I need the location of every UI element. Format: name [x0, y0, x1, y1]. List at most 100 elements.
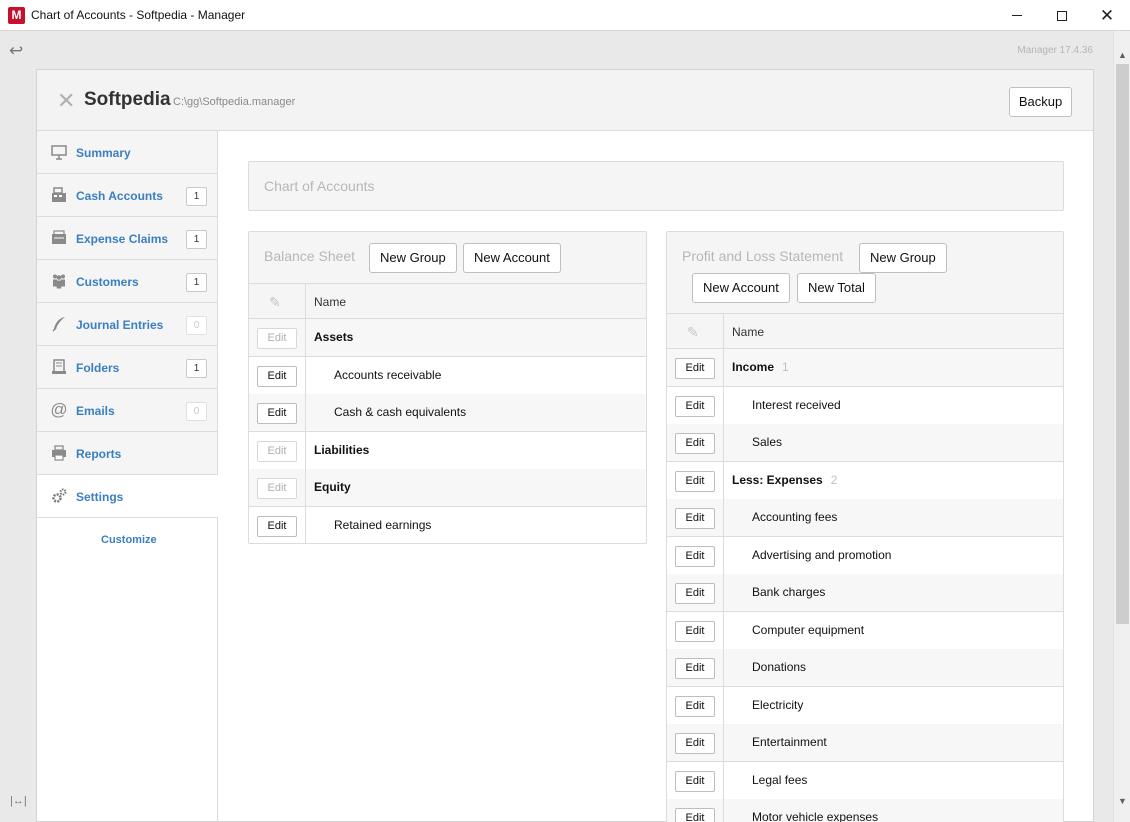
- column-divider: [305, 319, 306, 356]
- edit-button[interactable]: Edit: [675, 433, 715, 454]
- row-label: Computer equipment: [752, 622, 865, 637]
- account-row: Edit Cash & cash equivalents: [249, 394, 646, 432]
- edit-button[interactable]: Edit: [257, 328, 297, 349]
- sidebar-item-label: Customers: [76, 275, 139, 289]
- column-divider: [723, 649, 724, 686]
- back-arrow-icon[interactable]: ↩: [9, 41, 23, 61]
- row-label: Electricity: [752, 697, 804, 712]
- account-row: Edit Entertainment: [667, 724, 1063, 762]
- edit-button[interactable]: Edit: [675, 620, 715, 642]
- sidebar-item-label: Settings: [76, 490, 124, 504]
- column-divider: [723, 799, 724, 822]
- row-label: Interest received: [752, 397, 841, 412]
- sidebar-item-summary[interactable]: Summary: [37, 131, 218, 174]
- name-column-header: Name: [314, 295, 347, 309]
- sidebar-item-journal-entries[interactable]: Journal Entries 0: [37, 303, 218, 346]
- row-label: Legal fees: [752, 772, 808, 787]
- row-label: Assets: [314, 330, 354, 344]
- sidebar-item-emails[interactable]: @ Emails 0: [37, 389, 218, 432]
- close-business-icon[interactable]: ✕: [57, 90, 75, 112]
- sidebar-item-reports[interactable]: Reports: [37, 432, 218, 475]
- balance-sheet-panel: Balance Sheet New Group New Account ✎ Nam…: [248, 231, 647, 544]
- account-row: Edit Electricity: [667, 686, 1063, 725]
- column-divider: [305, 431, 306, 469]
- scroll-thumb[interactable]: [1116, 64, 1129, 624]
- close-window-button[interactable]: ✕: [1084, 0, 1130, 31]
- edit-button[interactable]: Edit: [257, 515, 297, 537]
- scroll-down-arrow-icon[interactable]: ▼: [1114, 796, 1130, 806]
- maximize-icon: [1057, 10, 1067, 21]
- gears-icon: [50, 487, 68, 505]
- sidebar-item-label: Journal Entries: [76, 318, 164, 332]
- minimize-button[interactable]: [994, 0, 1040, 31]
- sidebar-item-label: Folders: [76, 361, 120, 375]
- sidebar-item-expense-claims[interactable]: Expense Claims 1: [37, 217, 218, 260]
- new-account-button[interactable]: New Account: [463, 243, 561, 273]
- group-name: Income 1: [732, 360, 789, 374]
- group-name: Liabilities: [314, 443, 369, 457]
- edit-button[interactable]: Edit: [675, 583, 715, 604]
- row-label: Cash & cash equivalents: [334, 405, 467, 419]
- maximize-button[interactable]: [1039, 0, 1085, 31]
- account-row: Edit Motor vehicle expenses: [667, 799, 1063, 822]
- vertical-scrollbar[interactable]: ▲ ▼: [1113, 31, 1130, 822]
- count-badge: 0: [186, 402, 207, 421]
- edit-button[interactable]: Edit: [257, 440, 297, 462]
- edit-button[interactable]: Edit: [675, 508, 715, 529]
- column-divider: [723, 761, 724, 799]
- edit-button[interactable]: Edit: [675, 733, 715, 754]
- people-icon: [50, 272, 68, 290]
- backup-button[interactable]: Backup: [1009, 87, 1072, 117]
- at-icon: @: [50, 400, 68, 419]
- quill-icon: [50, 315, 68, 333]
- account-row: Edit Legal fees: [667, 761, 1063, 800]
- close-icon: ✕: [1099, 6, 1115, 25]
- column-divider: [723, 611, 724, 649]
- account-name: Advertising and promotion: [752, 548, 891, 562]
- customize-link[interactable]: Customize: [101, 534, 157, 546]
- folder-stack-icon: [50, 358, 68, 376]
- sidebar-item-customers[interactable]: Customers 1: [37, 260, 218, 303]
- edit-column-icon: ✎: [269, 294, 281, 310]
- column-divider: [723, 349, 724, 386]
- edit-button[interactable]: Edit: [675, 470, 715, 492]
- sidebar-item-folders[interactable]: Folders 1: [37, 346, 218, 389]
- new-account-button[interactable]: New Account: [692, 273, 790, 303]
- table-header-row: ✎ Name: [249, 284, 646, 319]
- new-group-button[interactable]: New Group: [859, 243, 947, 273]
- account-name: Interest received: [752, 398, 841, 412]
- sidebar-item-label: Reports: [76, 447, 122, 461]
- column-divider: [723, 386, 724, 424]
- balance-sheet-header: Balance Sheet New Group New Account: [249, 232, 646, 284]
- sidebar-item-settings[interactable]: Settings: [37, 475, 218, 518]
- edit-button[interactable]: Edit: [675, 658, 715, 679]
- new-total-button[interactable]: New Total: [797, 273, 876, 303]
- group-row: Edit Less: Expenses 2: [667, 461, 1063, 500]
- edit-button[interactable]: Edit: [675, 695, 715, 717]
- sidebar-item-label: Summary: [76, 146, 131, 160]
- edit-button[interactable]: Edit: [257, 365, 297, 387]
- scroll-up-arrow-icon[interactable]: ▲: [1114, 50, 1130, 60]
- table-header-row: ✎ Name: [667, 314, 1063, 349]
- account-row: Edit Interest received: [667, 386, 1063, 425]
- profit-loss-panel: Profit and Loss Statement New Group New …: [666, 231, 1064, 822]
- sidebar-divider: [217, 518, 218, 822]
- edit-button[interactable]: Edit: [257, 478, 297, 499]
- sidebar-item-label: Expense Claims: [76, 232, 169, 246]
- edit-button[interactable]: Edit: [675, 770, 715, 792]
- sidebar-item-cash-accounts[interactable]: Cash Accounts 1: [37, 174, 218, 217]
- expand-width-icon[interactable]: |↔|: [10, 795, 27, 807]
- edit-button[interactable]: Edit: [257, 403, 297, 424]
- new-group-button[interactable]: New Group: [369, 243, 457, 273]
- account-row: Edit Retained earnings: [249, 506, 646, 543]
- app-logo-icon: M: [8, 7, 25, 24]
- version-label: Manager 17.4.36: [1017, 45, 1093, 56]
- edit-button[interactable]: Edit: [675, 545, 715, 567]
- presentation-icon: [50, 143, 68, 161]
- edit-button[interactable]: Edit: [675, 395, 715, 417]
- group-name: Equity: [314, 480, 351, 494]
- edit-button[interactable]: Edit: [675, 808, 715, 822]
- count-badge: 1: [186, 187, 207, 206]
- edit-button[interactable]: Edit: [675, 358, 715, 379]
- column-divider: [723, 499, 724, 536]
